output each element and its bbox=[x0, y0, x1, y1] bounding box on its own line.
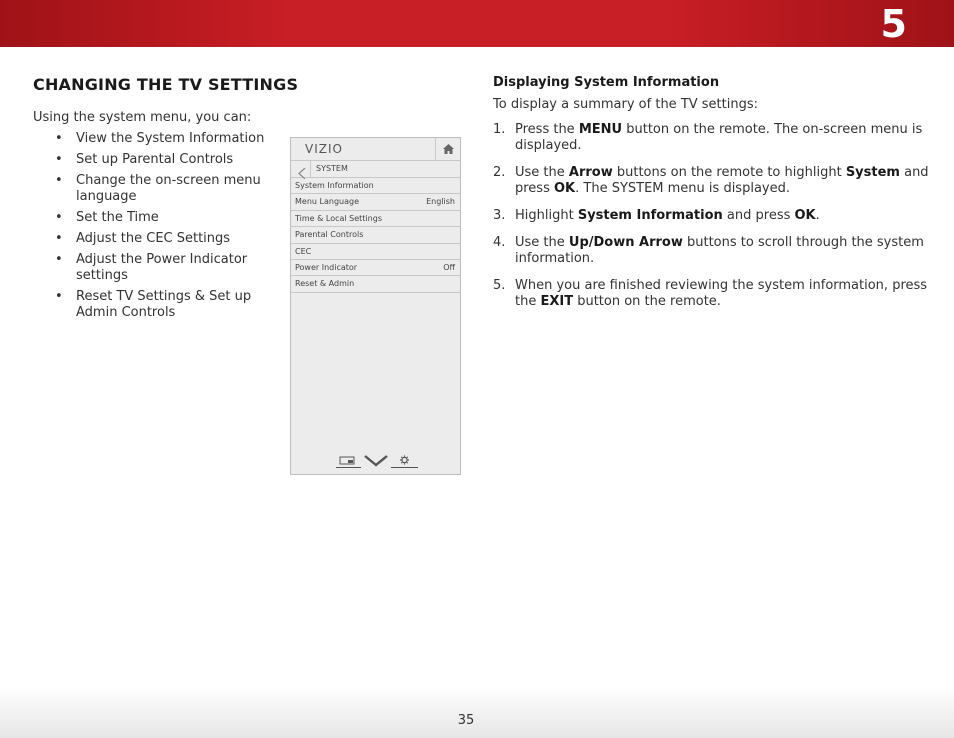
tv-menu-item-label: System Information bbox=[295, 181, 374, 190]
bullet-marker: • bbox=[55, 210, 63, 225]
tv-menu-item-label: Power Indicator bbox=[295, 262, 358, 272]
vizio-logo: VIZIO bbox=[305, 142, 343, 156]
tv-menu-item-label: Reset & Admin bbox=[295, 279, 355, 289]
subsection-heading: Displaying System Information bbox=[493, 75, 720, 90]
page-footer-bar bbox=[0, 686, 954, 738]
tv-menu-item-label: Time & Local Settings bbox=[295, 213, 382, 223]
bullet-item: • Change the on-screen menu language bbox=[55, 173, 270, 205]
section-heading: CHANGING THE TV SETTINGS bbox=[33, 75, 299, 94]
step-text: Highlight bbox=[515, 208, 578, 223]
step-text: Use the bbox=[515, 235, 569, 250]
feature-bullet-list: • View the System Information • Set up Pare… bbox=[55, 131, 270, 326]
bullet-item: • Adjust the CEC Settings bbox=[55, 231, 270, 247]
tv-menu-item: Reset & Admin bbox=[291, 276, 460, 293]
bullet-item: • Reset TV Settings & Set up Admin Contro… bbox=[55, 289, 270, 321]
tv-menu-list: System Information Menu Language English Ti… bbox=[291, 178, 460, 293]
step-text: and press bbox=[722, 208, 795, 223]
tv-submenu-bar: SYSTEM bbox=[291, 161, 460, 180]
instruction-step: 1. Press the MENU button on the remote. T… bbox=[493, 122, 933, 154]
page-number: 35 bbox=[457, 713, 475, 728]
bullet-text: Adjust the Power Indicator settings bbox=[76, 252, 248, 283]
tv-menu-item: Menu Language English bbox=[291, 194, 460, 211]
bullet-text: Change the on-screen menu language bbox=[76, 173, 261, 204]
tv-menu-item-value: English bbox=[426, 197, 455, 207]
subsection-intro: To display a summary of the TV settings: bbox=[493, 97, 759, 112]
step-number: 2. bbox=[493, 165, 506, 180]
tv-menu-item: Parental Controls bbox=[291, 227, 460, 244]
bullet-item: • Set the Time bbox=[55, 210, 270, 226]
step-text: button on the remote. bbox=[573, 294, 721, 309]
step-number: 4. bbox=[493, 235, 506, 250]
step-text: . bbox=[815, 208, 820, 223]
tv-menu-footer bbox=[336, 453, 418, 468]
step-text: . The SYSTEM menu is displayed. bbox=[575, 181, 790, 196]
bullet-text: Adjust the CEC Settings bbox=[76, 231, 231, 246]
tv-submenu-title: SYSTEM bbox=[316, 164, 348, 173]
tv-system-menu: VIZIO SYSTEM System Information Menu Lang… bbox=[290, 137, 461, 475]
bullet-item: • Set up Parental Controls bbox=[55, 152, 270, 168]
tv-menu-item: System Information bbox=[291, 178, 460, 195]
tv-menu-item: CEC bbox=[291, 244, 460, 260]
tv-menu-item: Time & Local Settings bbox=[291, 211, 460, 228]
bullet-item: • Adjust the Power Indicator settings bbox=[55, 252, 270, 284]
step-keyword: EXIT bbox=[540, 294, 574, 309]
step-text: Press the bbox=[515, 122, 579, 137]
bullet-text: Reset TV Settings & Set up Admin Control… bbox=[76, 289, 252, 320]
step-keyword: System Information bbox=[577, 208, 723, 223]
step-text: buttons on the remote to highlight bbox=[612, 165, 846, 180]
tv-menu-item-label: CEC bbox=[295, 246, 312, 256]
step-keyword: System bbox=[845, 165, 900, 180]
tv-menu-item-label: Parental Controls bbox=[295, 230, 364, 240]
bullet-marker: • bbox=[55, 289, 63, 304]
bullet-item: • View the System Information bbox=[55, 131, 270, 147]
step-keyword: Up/Down Arrow bbox=[568, 235, 683, 250]
step-keyword: Arrow bbox=[568, 165, 613, 180]
tv-menu-header: VIZIO bbox=[291, 138, 460, 161]
bullet-marker: • bbox=[55, 252, 63, 267]
tv-menu-item: Power Indicator Off bbox=[291, 260, 460, 277]
instruction-step: 5. When you are finished reviewing the sy… bbox=[493, 278, 933, 310]
instruction-step: 3. Highlight System Information and press… bbox=[493, 208, 933, 224]
instruction-steps: 1. Press the MENU button on the remote. T… bbox=[493, 122, 933, 321]
step-keyword: OK bbox=[554, 181, 576, 196]
step-text: Use the bbox=[515, 165, 569, 180]
instruction-step: 4. Use the Up/Down Arrow buttons to scrol… bbox=[493, 235, 933, 267]
chapter-header-bar bbox=[0, 0, 954, 47]
bullet-marker: • bbox=[55, 231, 63, 246]
gear-icon bbox=[391, 453, 418, 468]
bullet-marker: • bbox=[55, 131, 63, 146]
tv-menu-item-label: Menu Language bbox=[295, 197, 359, 207]
step-number: 1. bbox=[493, 122, 506, 137]
section-intro: Using the system menu, you can: bbox=[33, 110, 252, 125]
tv-menu-item-value: Off bbox=[443, 262, 455, 272]
step-keyword: MENU bbox=[578, 122, 623, 137]
bullet-text: Set the Time bbox=[76, 210, 159, 225]
bullet-text: View the System Information bbox=[76, 131, 265, 146]
step-keyword: OK bbox=[794, 208, 816, 223]
wide-screen-icon bbox=[336, 453, 361, 468]
chapter-number: 5 bbox=[880, 2, 907, 46]
step-number: 3. bbox=[493, 208, 506, 223]
bullet-text: Set up Parental Controls bbox=[76, 152, 234, 167]
instruction-step: 2. Use the Arrow buttons on the remote to… bbox=[493, 165, 933, 197]
home-icon bbox=[435, 138, 460, 161]
step-number: 5. bbox=[493, 278, 506, 293]
vizio-v-icon bbox=[363, 453, 389, 467]
bullet-marker: • bbox=[55, 152, 63, 167]
bullet-marker: • bbox=[55, 173, 63, 188]
